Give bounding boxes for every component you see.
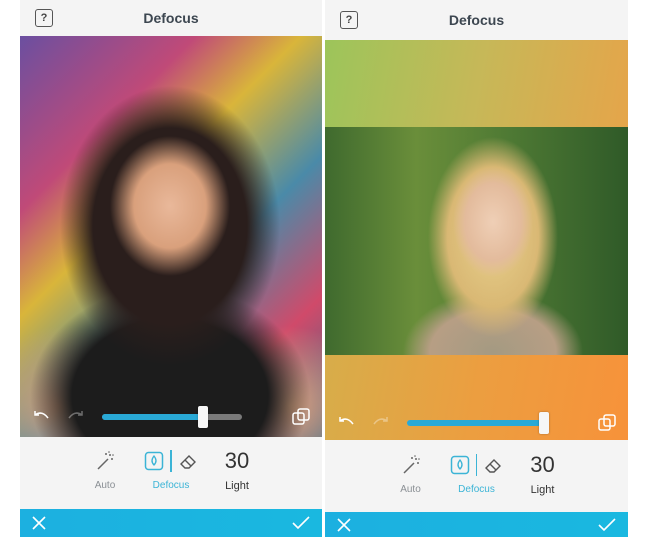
page-title: Defocus [143, 10, 199, 26]
slider-handle[interactable] [539, 412, 550, 434]
separator [170, 450, 172, 472]
strength-label: Light [530, 484, 555, 496]
slider-fill [407, 420, 545, 426]
strength-slider[interactable] [102, 406, 242, 428]
compare-icon[interactable] [290, 406, 312, 428]
auto-label: Auto [94, 480, 116, 491]
defocus-button[interactable]: Defocus [131, 448, 211, 491]
bottom-bar [20, 509, 322, 537]
close-icon[interactable] [337, 517, 351, 532]
bottom-bar [325, 512, 628, 537]
strength-number: 30 [224, 448, 250, 473]
header: ? Defocus [325, 0, 628, 40]
undo-icon[interactable] [335, 412, 357, 434]
auto-button[interactable]: Auto [385, 452, 437, 495]
auto-label: Auto [400, 484, 421, 495]
defocus-brush-icon[interactable] [450, 455, 470, 475]
page-title: Defocus [448, 12, 505, 28]
help-icon[interactable]: ? [340, 11, 358, 29]
checkmark-icon[interactable] [292, 516, 310, 530]
photo-canvas[interactable] [325, 127, 628, 355]
eraser-icon[interactable] [483, 455, 503, 475]
eraser-icon[interactable] [178, 451, 198, 471]
compare-icon[interactable] [596, 412, 618, 434]
separator [475, 454, 478, 476]
strength-number: 30 [530, 452, 555, 477]
photo-canvas[interactable] [20, 36, 322, 437]
edit-controls [325, 408, 628, 438]
strength-slider[interactable] [407, 412, 550, 434]
magic-wand-icon [97, 451, 114, 470]
slider-handle[interactable] [197, 406, 208, 428]
checkmark-icon[interactable] [598, 517, 616, 532]
gradient-band-top [325, 40, 628, 127]
toolbar: Auto Defocus 30 Light [325, 452, 628, 496]
defocus-button[interactable]: Defocus [437, 452, 517, 495]
strength-label: Light [225, 480, 249, 492]
help-icon[interactable]: ? [35, 9, 53, 27]
defocus-brush-icon[interactable] [144, 451, 164, 471]
left-screen: ? Defocus Auto Defocus 30 Light [20, 0, 322, 537]
defocus-label: Defocus [458, 484, 495, 495]
right-screen: ? Defocus Auto Defocus 30 Light [325, 0, 628, 537]
defocus-label: Defocus [152, 480, 190, 491]
undo-icon[interactable] [30, 406, 52, 428]
auto-button[interactable]: Auto [79, 448, 131, 491]
strength-value: 30 Light [211, 448, 263, 492]
header: ? Defocus [20, 0, 322, 36]
redo-icon[interactable] [370, 412, 392, 434]
edit-controls [20, 402, 322, 432]
strength-value: 30 Light [517, 452, 569, 496]
magic-wand-icon [402, 455, 420, 474]
slider-fill [102, 414, 203, 420]
redo-icon[interactable] [65, 406, 87, 428]
close-icon[interactable] [32, 516, 46, 530]
toolbar: Auto Defocus 30 Light [20, 448, 322, 492]
